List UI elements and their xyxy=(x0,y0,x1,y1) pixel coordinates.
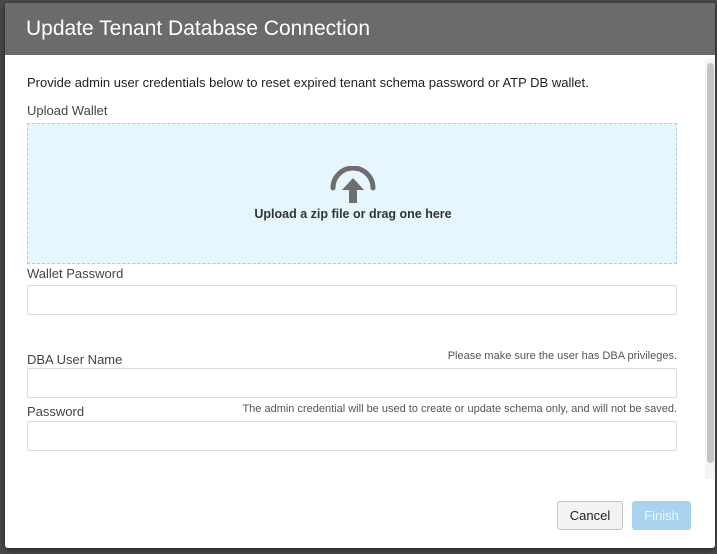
dropzone-text: Upload a zip file or drag one here xyxy=(254,207,452,221)
wallet-dropzone[interactable]: Upload a zip file or drag one here xyxy=(27,123,677,264)
dialog-scrollbar[interactable] xyxy=(705,59,715,479)
password-label: Password xyxy=(27,404,85,419)
scrollbar-thumb[interactable] xyxy=(707,63,714,463)
dialog-title: Update Tenant Database Connection xyxy=(26,17,371,40)
finish-button[interactable]: Finish xyxy=(632,501,691,530)
dba-user-name-hint: Please make sure the user has DBA privil… xyxy=(447,350,677,362)
dba-user-name-label: DBA User Name xyxy=(27,352,123,367)
cancel-button[interactable]: Cancel xyxy=(557,501,623,530)
dba-user-name-input[interactable] xyxy=(27,368,677,398)
wallet-password-label: Wallet Password xyxy=(27,266,124,281)
password-hint: The admin credential will be used to cre… xyxy=(242,403,677,415)
password-input[interactable] xyxy=(27,421,677,451)
upload-wallet-label: Upload Wallet xyxy=(27,103,108,118)
intro-text: Provide admin user credentials below to … xyxy=(27,75,589,90)
update-tenant-db-dialog: Update Tenant Database Connection Provid… xyxy=(5,3,715,548)
dialog-header: Update Tenant Database Connection xyxy=(5,3,715,55)
wallet-password-input[interactable] xyxy=(27,285,677,315)
upload-arrow-icon xyxy=(330,166,376,203)
